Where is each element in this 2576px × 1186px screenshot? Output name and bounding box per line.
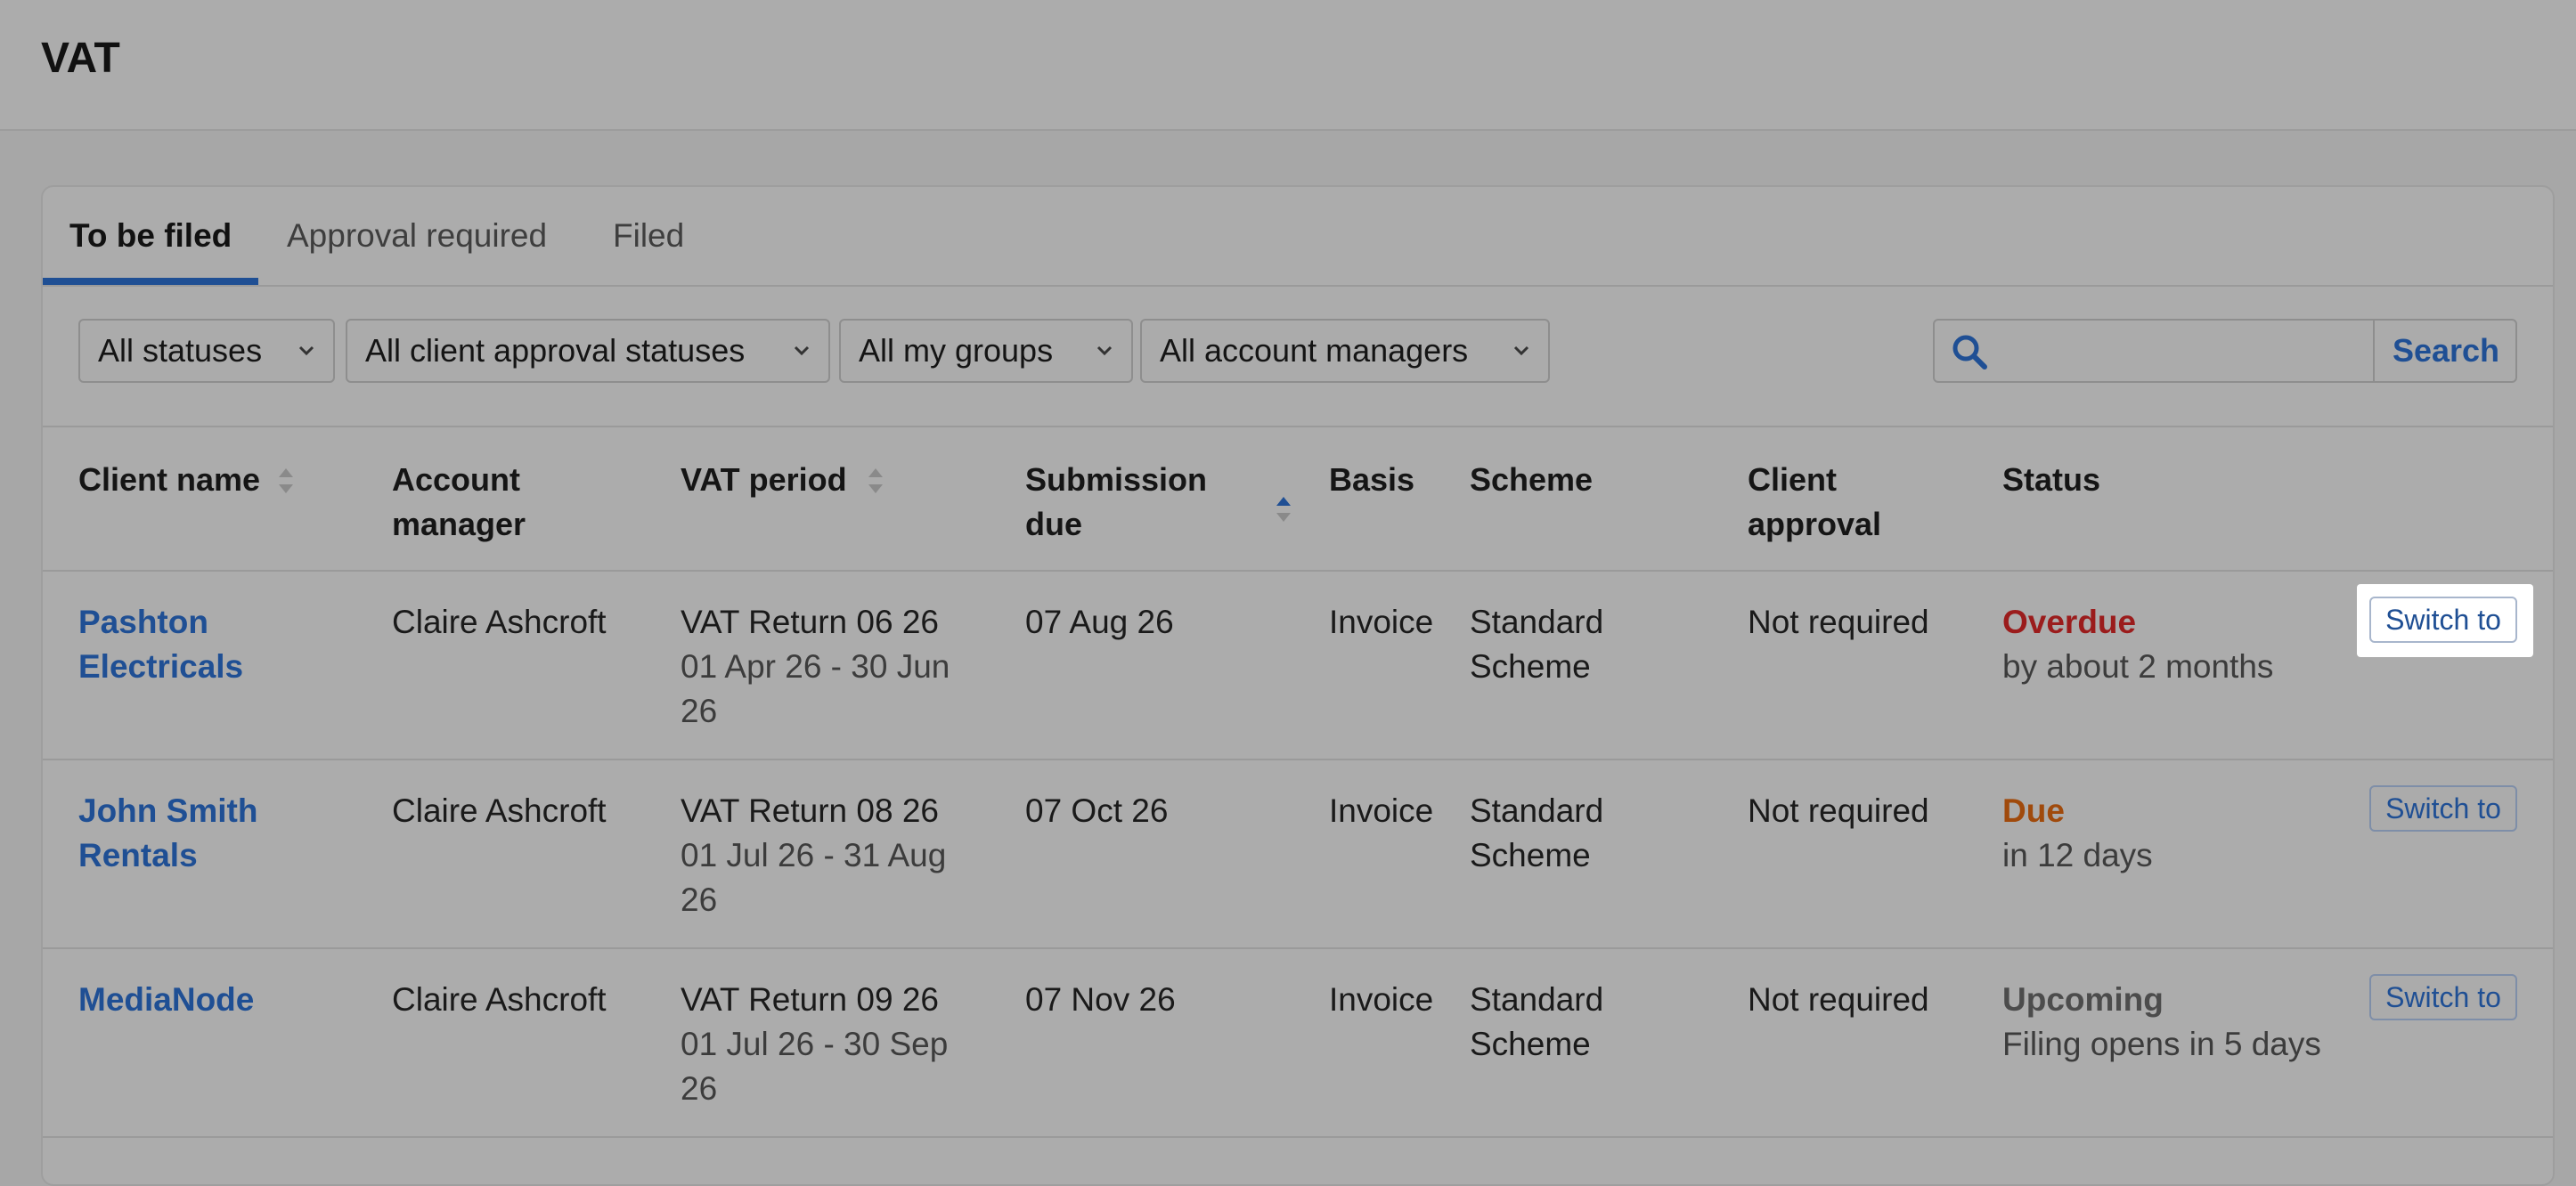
submission-due-cell: 07 Oct 26: [1025, 792, 1169, 829]
header-approval-line2: approval: [1748, 506, 1882, 542]
scheme-line1: Standard: [1470, 981, 1604, 1018]
sort-icon[interactable]: [276, 465, 296, 497]
header-submission-line1: Submission: [1025, 461, 1208, 498]
chevron-down-icon: [1096, 345, 1113, 356]
table-row: MediaNode Claire Ashcroft VAT Return 09 …: [43, 949, 2553, 1138]
table-row: John Smith Rentals Claire Ashcroft VAT R…: [43, 760, 2553, 949]
switch-to-button[interactable]: Switch to: [2369, 974, 2517, 1020]
scheme-line2: Scheme: [1470, 648, 1591, 685]
return-name: VAT Return 08 26: [681, 792, 940, 829]
tab-filed[interactable]: Filed: [613, 217, 684, 283]
table-header: Client name Account manager VAT period S…: [43, 427, 2553, 572]
scheme-cell: Standard Scheme: [1470, 789, 1603, 878]
search-icon: [1952, 335, 1987, 370]
basis-cell: Invoice: [1329, 604, 1434, 640]
header-approval-line1: Client: [1748, 461, 1838, 498]
status-detail: by about 2 months: [2002, 648, 2274, 685]
header-account-manager: Account manager: [392, 458, 526, 547]
tab-to-be-filed[interactable]: To be filed: [69, 217, 232, 283]
status-filter-value: All statuses: [98, 332, 263, 369]
account-manager-cell: Claire Ashcroft: [392, 981, 607, 1018]
period-range-year: 26: [681, 693, 718, 729]
header-account-manager-line1: Account: [392, 461, 520, 498]
client-approval-cell: Not required: [1748, 604, 1929, 640]
status-cell: Due in 12 days: [2002, 789, 2153, 878]
header-account-manager-line2: manager: [392, 506, 526, 542]
account-manager-cell: Claire Ashcroft: [392, 792, 607, 829]
account-managers-filter-select[interactable]: All account managers: [1140, 319, 1550, 383]
client-name-link[interactable]: MediaNode: [78, 978, 254, 1022]
scheme-cell: Standard Scheme: [1470, 600, 1603, 689]
status-label: Upcoming: [2002, 981, 2164, 1018]
status-detail: in 12 days: [2002, 837, 2153, 873]
period-range-year: 26: [681, 881, 718, 918]
header-status: Status: [2002, 461, 2101, 498]
client-name-link[interactable]: Pashton Electricals: [78, 600, 243, 689]
vat-card: To be filed Approval required Filed All …: [41, 185, 2555, 1186]
client-approval-filter-select[interactable]: All client approval statuses: [346, 319, 830, 383]
header-client-approval: Client approval: [1748, 458, 1881, 547]
sort-icon[interactable]: [866, 465, 885, 497]
search-button[interactable]: Search: [2373, 321, 2517, 381]
status-label: Overdue: [2002, 604, 2137, 640]
client-name-line1: John Smith: [78, 792, 258, 829]
scheme-line1: Standard: [1470, 604, 1604, 640]
header-submission-line2: due: [1025, 506, 1083, 542]
filter-bar: All statuses All client approval statuse…: [43, 285, 2553, 427]
period-range: 01 Jul 26 - 31 Aug: [681, 837, 947, 873]
basis-cell: Invoice: [1329, 981, 1434, 1018]
account-managers-filter-value: All account managers: [1160, 332, 1469, 369]
chevron-down-icon: [794, 345, 810, 356]
period-range-year: 26: [681, 1070, 718, 1107]
top-bar: VAT: [0, 0, 2576, 131]
tab-approval-required[interactable]: Approval required: [287, 217, 547, 283]
submission-due-cell: 07 Aug 26: [1025, 604, 1174, 640]
status-detail: Filing opens in 5 days: [2002, 1026, 2321, 1062]
client-name-link[interactable]: John Smith Rentals: [78, 789, 257, 878]
search-box: Search: [1933, 319, 2517, 383]
status-cell: Overdue by about 2 months: [2002, 600, 2273, 689]
return-name: VAT Return 09 26: [681, 981, 940, 1018]
client-approval-cell: Not required: [1748, 792, 1929, 829]
account-manager-cell: Claire Ashcroft: [392, 604, 607, 640]
scheme-cell: Standard Scheme: [1470, 978, 1603, 1067]
status-cell: Upcoming Filing opens in 5 days: [2002, 978, 2321, 1067]
header-basis: Basis: [1329, 461, 1415, 498]
sort-ascending-icon[interactable]: [1274, 493, 1293, 525]
status-label: Due: [2002, 792, 2065, 829]
vat-period-cell: VAT Return 09 26 01 Jul 26 - 30 Sep 26: [681, 978, 948, 1111]
chevron-down-icon: [1513, 345, 1529, 356]
return-name: VAT Return 06 26: [681, 604, 940, 640]
search-input[interactable]: [2001, 321, 2378, 383]
vat-period-cell: VAT Return 08 26 01 Jul 26 - 31 Aug 26: [681, 789, 946, 922]
scheme-line2: Scheme: [1470, 1026, 1591, 1062]
client-approval-cell: Not required: [1748, 981, 1929, 1018]
client-name-line1: Pashton: [78, 604, 208, 640]
period-range: 01 Jul 26 - 30 Sep: [681, 1026, 949, 1062]
client-approval-filter-value: All client approval statuses: [365, 332, 746, 369]
client-name-line2: Rentals: [78, 837, 198, 873]
header-scheme: Scheme: [1470, 461, 1594, 498]
client-name-line1: MediaNode: [78, 981, 255, 1018]
switch-to-button[interactable]: Switch to: [2369, 785, 2517, 832]
client-name-line2: Electricals: [78, 648, 244, 685]
chevron-down-icon: [298, 345, 314, 356]
table-row: Pashton Electricals Claire Ashcroft VAT …: [43, 572, 2553, 760]
page-title: VAT: [41, 35, 120, 82]
status-filter-select[interactable]: All statuses: [78, 319, 335, 383]
scheme-line1: Standard: [1470, 792, 1604, 829]
submission-due-cell: 07 Nov 26: [1025, 981, 1176, 1018]
period-range: 01 Apr 26 - 30 Jun: [681, 648, 950, 685]
switch-to-button[interactable]: Switch to: [2369, 597, 2517, 643]
groups-filter-select[interactable]: All my groups: [839, 319, 1133, 383]
header-submission-due[interactable]: Submission due: [1025, 458, 1207, 547]
header-vat-period[interactable]: VAT period: [681, 458, 847, 502]
groups-filter-value: All my groups: [859, 332, 1054, 369]
tab-bar: To be filed Approval required Filed: [43, 187, 2553, 287]
basis-cell: Invoice: [1329, 792, 1434, 829]
header-client-name[interactable]: Client name: [78, 458, 260, 502]
vat-period-cell: VAT Return 06 26 01 Apr 26 - 30 Jun 26: [681, 600, 950, 734]
scheme-line2: Scheme: [1470, 837, 1591, 873]
active-tab-indicator: [43, 278, 258, 285]
